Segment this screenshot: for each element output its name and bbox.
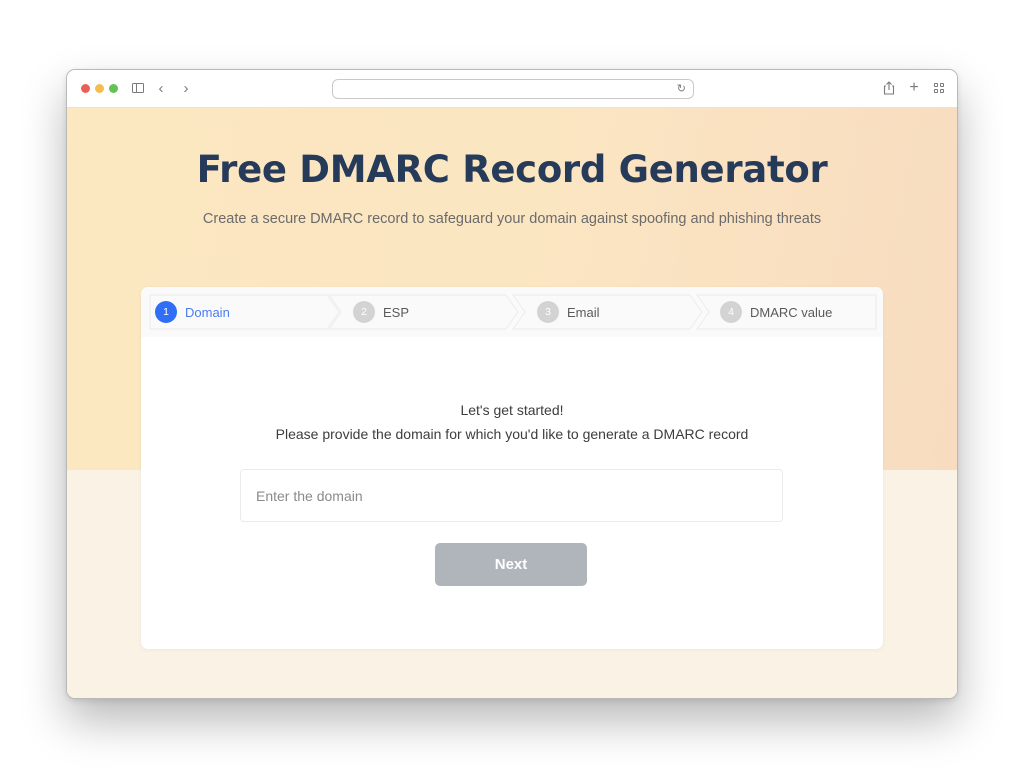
stepper: 1 Domain 2 ESP 3 Email 4 DMARC value xyxy=(141,287,883,337)
address-bar[interactable]: ↻ xyxy=(332,79,694,99)
step-label: ESP xyxy=(383,304,410,320)
step-dmarc-value[interactable]: 4 DMARC value xyxy=(696,294,877,330)
page-title: Free DMARC Record Generator xyxy=(196,148,828,191)
browser-window: ‹ › ↻ + Free DMARC Record Generator Crea… xyxy=(66,69,958,699)
step-esp[interactable]: 2 ESP xyxy=(328,294,519,330)
step-label: DMARC value xyxy=(750,304,833,320)
step-email[interactable]: 3 Email xyxy=(512,294,703,330)
reload-icon[interactable]: ↻ xyxy=(677,82,686,95)
generator-card: 1 Domain 2 ESP 3 Email 4 DMARC value Let… xyxy=(141,287,883,649)
tab-overview-icon[interactable] xyxy=(931,80,947,96)
browser-toolbar: ‹ › ↻ + xyxy=(67,70,957,108)
step-number: 2 xyxy=(353,301,375,323)
step-label: Email xyxy=(567,304,600,320)
page-subtitle: Create a secure DMARC record to safeguar… xyxy=(202,211,822,227)
step-number: 3 xyxy=(537,301,559,323)
share-icon[interactable] xyxy=(881,80,897,96)
step-label: Domain xyxy=(185,304,230,320)
page-content: Free DMARC Record Generator Create a sec… xyxy=(67,108,957,698)
maximize-window-button[interactable] xyxy=(109,84,118,93)
greeting-text: Let's get started! xyxy=(460,402,564,418)
sidebar-toggle-icon[interactable] xyxy=(130,80,146,96)
instruction-text: Please provide the domain for which you'… xyxy=(275,426,749,442)
next-button[interactable]: Next xyxy=(435,543,587,586)
back-icon[interactable]: ‹ xyxy=(153,80,169,97)
forward-icon[interactable]: › xyxy=(178,80,194,97)
step-number: 1 xyxy=(155,301,177,323)
step-domain[interactable]: 1 Domain xyxy=(149,294,340,330)
step-number: 4 xyxy=(720,301,742,323)
minimize-window-button[interactable] xyxy=(95,84,104,93)
domain-input[interactable] xyxy=(240,469,783,522)
new-tab-icon[interactable]: + xyxy=(906,79,922,96)
close-window-button[interactable] xyxy=(81,84,90,93)
